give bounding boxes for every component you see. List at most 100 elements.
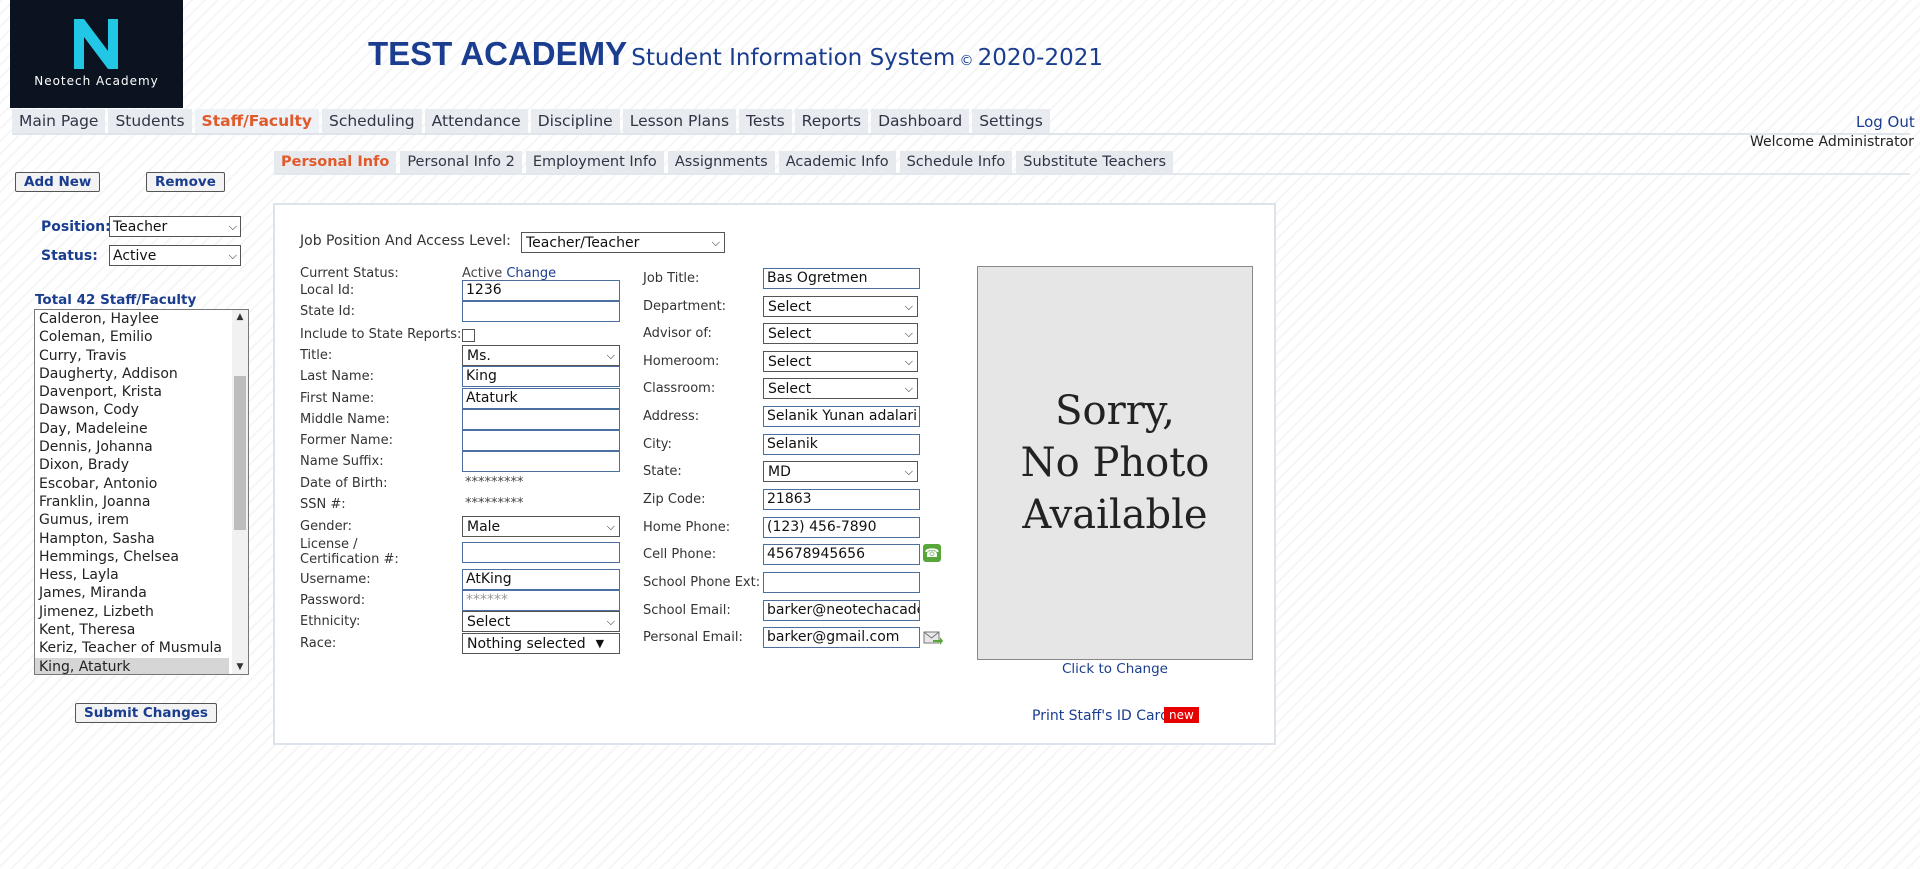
list-item[interactable]: Davenport, Krista	[39, 383, 229, 401]
password-label: Password:	[300, 593, 366, 608]
job-position-select[interactable]: Teacher/Teacher ⌵	[521, 232, 725, 253]
list-item[interactable]: Jimenez, Lizbeth	[39, 603, 229, 621]
list-item[interactable]: Dennis, Johanna	[39, 438, 229, 456]
chevron-down-icon: ⌵	[606, 614, 615, 628]
state-select[interactable]: MD ⌵	[763, 461, 918, 482]
current-status-text: Active	[462, 266, 503, 281]
list-item[interactable]: Dixon, Brady	[39, 456, 229, 474]
include-state-reports-checkbox[interactable]	[462, 329, 475, 342]
status-select[interactable]: Active ⌵	[109, 245, 241, 266]
list-item[interactable]: Hess, Layla	[39, 566, 229, 584]
address-field[interactable]: Selanik Yunan adalari	[763, 406, 920, 427]
homeroom-label: Homeroom:	[643, 354, 720, 369]
list-item[interactable]: Hemmings, Chelsea	[39, 548, 229, 566]
position-select[interactable]: Teacher ⌵	[109, 216, 241, 237]
license-field[interactable]	[462, 542, 620, 563]
local-id-field[interactable]: 1236	[462, 280, 620, 301]
last-name-field[interactable]: King	[462, 366, 620, 387]
ssn-value[interactable]: *********	[465, 496, 524, 511]
list-item[interactable]: Curry, Travis	[39, 347, 229, 365]
tab-substitute-teachers[interactable]: Substitute Teachers	[1016, 151, 1174, 175]
zip-label: Zip Code:	[643, 492, 706, 507]
staff-photo[interactable]: Sorry, No Photo Available	[977, 266, 1253, 660]
tab-schedule-info[interactable]: Schedule Info	[899, 151, 1013, 175]
former-name-field[interactable]	[462, 430, 620, 451]
home-phone-field[interactable]: (123) 456-7890	[763, 517, 920, 538]
advisor-select[interactable]: Select ⌵	[763, 323, 918, 344]
remove-button[interactable]: Remove	[146, 172, 225, 192]
list-item[interactable]: Hampton, Sasha	[39, 530, 229, 548]
system-name: Student Information System	[631, 45, 956, 71]
school-email-field[interactable]: barker@neotechacademy	[763, 600, 920, 621]
nav-dashboard[interactable]: Dashboard	[871, 109, 970, 135]
list-item[interactable]: Day, Madeleine	[39, 420, 229, 438]
list-item[interactable]: James, Miranda	[39, 584, 229, 602]
city-field[interactable]: Selanik	[763, 434, 920, 455]
zip-field[interactable]: 21863	[763, 489, 920, 510]
homeroom-select[interactable]: Select ⌵	[763, 351, 918, 372]
list-item[interactable]: Gumus, irem	[39, 511, 229, 529]
nav-attendance[interactable]: Attendance	[424, 109, 528, 135]
cell-phone-field[interactable]: 45678945656	[763, 544, 920, 565]
chevron-down-icon: ⌵	[904, 381, 913, 395]
department-select[interactable]: Select ⌵	[763, 296, 918, 317]
nav-settings[interactable]: Settings	[972, 109, 1050, 135]
dob-value[interactable]: *********	[465, 475, 524, 490]
middle-name-field[interactable]	[462, 409, 620, 430]
submit-changes-button[interactable]: Submit Changes	[75, 703, 217, 723]
tab-employment-info[interactable]: Employment Info	[525, 151, 664, 175]
list-item[interactable]: Keriz, Teacher of Musmula	[39, 639, 229, 657]
job-title-field[interactable]: Bas Ogretmen	[763, 268, 920, 289]
nav-scheduling[interactable]: Scheduling	[321, 109, 422, 135]
list-scrollbar[interactable]: ▲ ▼	[232, 310, 248, 674]
personal-email-field[interactable]: barker@gmail.com	[763, 627, 920, 648]
scroll-down-icon[interactable]: ▼	[232, 662, 248, 672]
school-email-label: School Email:	[643, 603, 731, 618]
logout-link[interactable]: Log Out	[1856, 113, 1915, 131]
chevron-down-icon: ⌵	[228, 219, 237, 233]
nav-students[interactable]: Students	[108, 109, 192, 135]
tab-personal-info[interactable]: Personal Info	[274, 151, 397, 175]
no-photo-text: Sorry, No Photo Available	[1021, 385, 1210, 541]
email-send-icon[interactable]	[923, 630, 943, 646]
first-name-field[interactable]: Ataturk	[462, 388, 620, 409]
title-select[interactable]: Ms. ⌵	[462, 345, 620, 366]
list-item[interactable]: Coleman, Emilio	[39, 328, 229, 346]
main-nav: Main Page Students Staff/Faculty Schedul…	[12, 109, 1050, 135]
list-item[interactable]: Escobar, Antonio	[39, 475, 229, 493]
scroll-thumb[interactable]	[234, 376, 246, 530]
name-suffix-field[interactable]	[462, 451, 620, 472]
list-item[interactable]: Kent, Theresa	[39, 621, 229, 639]
classroom-label: Classroom:	[643, 381, 716, 396]
staff-list[interactable]: Calderon, Haylee Coleman, Emilio Curry, …	[34, 309, 249, 675]
change-status-link[interactable]: Change	[506, 266, 556, 281]
nav-lesson-plans[interactable]: Lesson Plans	[622, 109, 737, 135]
gender-select[interactable]: Male ⌵	[462, 516, 620, 537]
list-item-selected[interactable]: King, Ataturk	[35, 657, 229, 674]
nav-divider	[12, 133, 1910, 135]
ethnicity-select[interactable]: Select ⌵	[462, 611, 620, 632]
scroll-up-icon[interactable]: ▲	[232, 312, 248, 322]
tab-academic-info[interactable]: Academic Info	[778, 151, 896, 175]
print-id-card-link[interactable]: Print Staff's ID Card	[1032, 708, 1169, 724]
list-item[interactable]: Daugherty, Addison	[39, 365, 229, 383]
nav-discipline[interactable]: Discipline	[530, 109, 620, 135]
nav-staff-faculty[interactable]: Staff/Faculty	[194, 109, 319, 135]
nav-main-page[interactable]: Main Page	[12, 109, 106, 135]
race-select[interactable]: Nothing selected ▼	[462, 633, 620, 654]
classroom-select[interactable]: Select ⌵	[763, 378, 918, 399]
school-phone-field[interactable]	[763, 572, 920, 593]
nav-reports[interactable]: Reports	[794, 109, 869, 135]
list-item[interactable]: Dawson, Cody	[39, 401, 229, 419]
username-field[interactable]: AtKing	[462, 569, 620, 590]
list-item[interactable]: Franklin, Joanna	[39, 493, 229, 511]
nav-tests[interactable]: Tests	[739, 109, 792, 135]
phone-icon[interactable]: ☎	[923, 544, 941, 562]
list-item[interactable]: Calderon, Haylee	[39, 310, 229, 328]
password-field[interactable]: ******	[462, 590, 620, 611]
change-photo-link[interactable]: Click to Change	[977, 661, 1253, 677]
add-new-button[interactable]: Add New	[15, 172, 101, 192]
tab-assignments[interactable]: Assignments	[667, 151, 775, 175]
tab-personal-info-2[interactable]: Personal Info 2	[400, 151, 522, 175]
state-id-field[interactable]	[462, 301, 620, 322]
